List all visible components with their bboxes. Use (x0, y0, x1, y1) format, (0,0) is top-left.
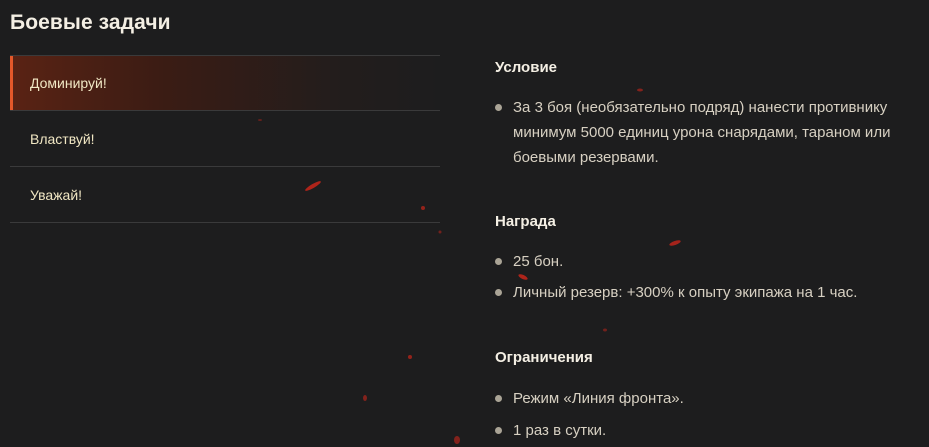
task-item-label: Уважай! (30, 186, 83, 203)
task-list: Доминируй! Властвуй! Уважай! (10, 55, 440, 223)
condition-list: За 3 боя (необязательно подряд) нанести … (495, 95, 925, 170)
list-item: 1 раз в сутки. (495, 418, 925, 443)
task-item-label: Властвуй! (30, 130, 95, 147)
list-item: За 3 боя (необязательно подряд) нанести … (495, 95, 925, 170)
limits-title: Ограничения (495, 349, 593, 366)
page-title: Боевые задачи (10, 11, 171, 34)
bullet-icon (495, 258, 502, 265)
reward-title: Награда (495, 213, 556, 230)
bullet-icon (495, 427, 502, 434)
reward-list: 25 бон. Личный резерв: +300% к опыту эки… (495, 249, 925, 305)
task-item-dominate[interactable]: Доминируй! (10, 55, 440, 111)
bullet-icon (495, 395, 502, 402)
bullet-icon (495, 289, 502, 296)
task-item-label: Доминируй! (30, 75, 107, 91)
limits-list: Режим «Линия фронта». 1 раз в сутки. (495, 386, 925, 443)
bullet-icon (495, 104, 502, 111)
task-item-respect[interactable]: Уважай! (10, 167, 440, 223)
list-item: 25 бон. (495, 249, 925, 274)
task-item-rule[interactable]: Властвуй! (10, 111, 440, 167)
list-item: Режим «Линия фронта». (495, 386, 925, 411)
condition-title: Условие (495, 59, 558, 76)
list-item: Личный резерв: +300% к опыту экипажа на … (495, 280, 925, 305)
